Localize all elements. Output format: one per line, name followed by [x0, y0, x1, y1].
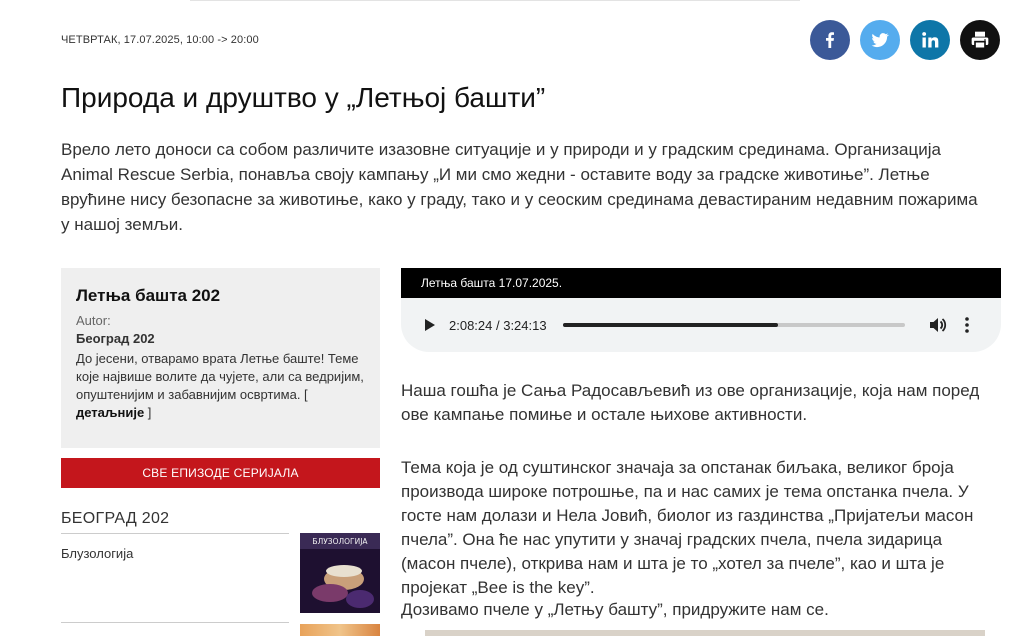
facebook-icon — [826, 32, 834, 48]
article-image — [425, 630, 985, 636]
linkedin-share-button[interactable] — [910, 20, 950, 60]
seek-bar[interactable] — [562, 323, 905, 327]
page-title: Природа и друштво у „Летњој башти” — [61, 82, 546, 113]
time-display: 2:08:24 / 3:24:13 — [449, 317, 547, 333]
audio-player: 2:08:24 / 3:24:13 — [401, 298, 1001, 352]
print-icon — [971, 31, 989, 50]
print-button[interactable] — [960, 20, 1000, 60]
facebook-share-button[interactable] — [810, 20, 850, 60]
series-description-text: До јесени, отварамо врата Летње баште! Т… — [76, 351, 364, 402]
volume-button[interactable] — [927, 314, 949, 336]
series-title[interactable]: Летња башта 202 — [76, 286, 365, 306]
related-show-link[interactable]: Блузологија — [61, 546, 133, 561]
series-description-end: ] — [144, 405, 152, 420]
series-description: До јесени, отварамо врата Летње баште! Т… — [76, 350, 365, 422]
thumbnail-text: БЛУЗОЛОГИЈА — [312, 537, 368, 546]
play-icon — [425, 319, 435, 331]
divider — [61, 533, 289, 534]
audio-title: Летња башта 17.07.2025. — [401, 268, 1001, 298]
series-info-box: Летња башта 202 Autor: Београд 202 До је… — [61, 268, 380, 448]
linkedin-icon — [922, 32, 939, 48]
article-paragraph: Дозивамо пчеле у „Летњу башту”, придружи… — [401, 600, 829, 619]
article-paragraph: Тема која је од суштинског значаја за оп… — [401, 458, 974, 597]
author-name: Београд 202 — [76, 331, 155, 346]
twitter-icon — [871, 33, 889, 48]
top-divider — [190, 0, 800, 1]
divider — [61, 622, 289, 623]
related-show-thumbnail[interactable]: БЛУЗОЛОГИЈА — [300, 533, 380, 613]
more-options-button[interactable] — [959, 314, 975, 336]
all-episodes-button[interactable]: СВЕ ЕПИЗОДЕ СЕРИЈАЛА — [61, 458, 380, 488]
author-label: Autor: — [76, 313, 111, 328]
play-button[interactable] — [419, 314, 441, 336]
station-heading[interactable]: БЕОГРАД 202 — [61, 510, 169, 528]
volume-icon — [929, 318, 946, 332]
broadcast-date: ЧЕТВРТАК, 17.07.2025, 10:00 -> 20:00 — [61, 34, 259, 46]
twitter-share-button[interactable] — [860, 20, 900, 60]
seek-bar-progress — [562, 323, 778, 327]
details-link[interactable]: детаљније — [76, 405, 144, 420]
article-lead: Врело лето доноси са собом различите иза… — [61, 140, 978, 234]
related-show-thumbnail[interactable] — [300, 624, 380, 636]
thumbnail-image: БЛУЗОЛОГИЈА — [300, 533, 380, 613]
article-paragraph: Наша гошћа је Сања Радосављевић из ове о… — [401, 381, 980, 424]
more-vertical-icon — [964, 317, 969, 333]
share-bar — [810, 20, 1000, 60]
